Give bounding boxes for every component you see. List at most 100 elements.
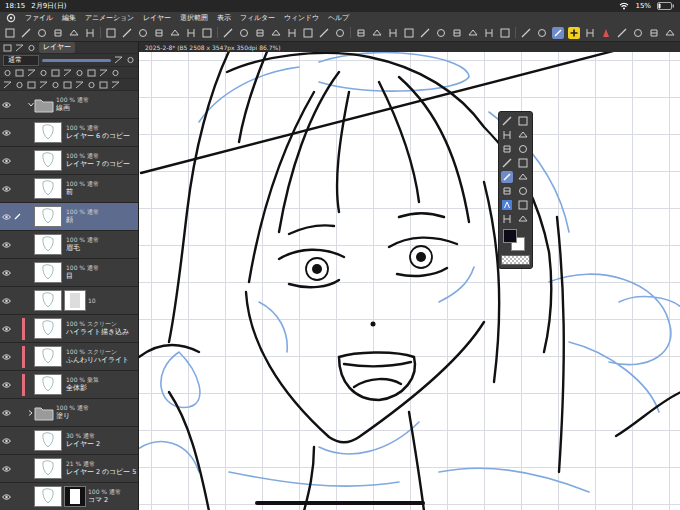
label[interactable]: 編集: [62, 13, 76, 23]
tool-icon[interactable]: [632, 27, 644, 39]
tool-icon[interactable]: [201, 27, 213, 39]
tool-icon[interactable]: [355, 27, 367, 39]
visibility-toggle[interactable]: [0, 102, 13, 108]
tool-icon[interactable]: [4, 27, 16, 39]
tool-icon[interactable]: [517, 213, 529, 225]
label[interactable]: ファイル: [25, 13, 53, 23]
panel-tool-icon[interactable]: [51, 81, 60, 89]
tool-icon[interactable]: [499, 27, 511, 39]
panel-tool-icon[interactable]: [15, 44, 24, 52]
layer-row[interactable]: 100 % 乗算全体影: [0, 371, 138, 399]
visibility-toggle[interactable]: [0, 214, 13, 220]
panel-tool-icon[interactable]: [114, 56, 123, 64]
tool-icon[interactable]: [501, 115, 513, 127]
visibility-toggle[interactable]: [0, 242, 13, 248]
tool-icon[interactable]: [517, 199, 529, 211]
tool-icon[interactable]: [520, 27, 532, 39]
visibility-toggle[interactable]: [0, 270, 13, 276]
tool-icon[interactable]: [36, 27, 48, 39]
blend-mode-dropdown[interactable]: 通常: [3, 55, 39, 66]
visibility-toggle[interactable]: [0, 158, 13, 164]
tool-icon[interactable]: [501, 157, 513, 169]
panel-tool-icon[interactable]: [63, 81, 72, 89]
app-logo-icon[interactable]: [6, 13, 16, 23]
tool-icon[interactable]: [501, 143, 513, 155]
tool-icon[interactable]: [435, 27, 447, 39]
tool-icon[interactable]: [137, 27, 149, 39]
tool-icon[interactable]: [185, 27, 197, 39]
opacity-slider[interactable]: [42, 59, 111, 62]
layer-row[interactable]: 100 % 通常塗り: [0, 399, 138, 427]
layer-row[interactable]: 30 % 通常レイヤー 2: [0, 427, 138, 455]
tool-icon[interactable]: [451, 27, 463, 39]
layer-row[interactable]: 10: [0, 287, 138, 315]
drawing-canvas[interactable]: [139, 52, 680, 510]
layer-row[interactable]: 100 % 通常レイヤー 6 のコピー: [0, 119, 138, 147]
tool-icon[interactable]: [648, 27, 660, 39]
eye-icon[interactable]: [2, 354, 11, 360]
folder-arrow[interactable]: [27, 102, 34, 108]
folder-arrow[interactable]: [27, 410, 34, 416]
layer-row[interactable]: 100 % 通常線画: [0, 91, 138, 119]
layer-row[interactable]: 100 % 通常コマ 2: [0, 483, 138, 510]
label[interactable]: 表示: [217, 13, 231, 23]
eye-icon[interactable]: [2, 270, 11, 276]
eye-icon[interactable]: [2, 298, 11, 304]
visibility-toggle[interactable]: [0, 410, 13, 416]
tool-icon[interactable]: [387, 27, 399, 39]
tool-icon[interactable]: [501, 213, 513, 225]
visibility-toggle[interactable]: [0, 298, 13, 304]
visibility-toggle[interactable]: [0, 438, 13, 444]
tool-icon[interactable]: [517, 115, 529, 127]
tool-icon[interactable]: [153, 27, 165, 39]
visibility-toggle[interactable]: [0, 354, 13, 360]
tool-icon[interactable]: [419, 27, 431, 39]
panel-tool-icon[interactable]: [75, 81, 84, 89]
tool-icon[interactable]: [403, 27, 415, 39]
panel-tool-icon[interactable]: [111, 81, 120, 89]
visibility-toggle[interactable]: [0, 466, 13, 472]
panel-tool-icon[interactable]: [39, 81, 48, 89]
tool-icon[interactable]: [254, 27, 266, 39]
eye-icon[interactable]: [2, 102, 11, 108]
eye-icon[interactable]: [2, 410, 11, 416]
eye-icon[interactable]: [2, 158, 11, 164]
tool-icon[interactable]: [238, 27, 250, 39]
tool-icon[interactable]: [517, 157, 529, 169]
tool-icon[interactable]: [616, 27, 628, 39]
layer-row[interactable]: 21 % 通常レイヤー 2 のコピー 5: [0, 455, 138, 483]
tool-icon[interactable]: [517, 171, 529, 183]
panel-tool-icon[interactable]: [87, 69, 96, 77]
tool-icon[interactable]: [68, 27, 80, 39]
tool-icon[interactable]: [584, 27, 596, 39]
label[interactable]: レイヤー: [143, 13, 171, 23]
layer-row[interactable]: 100 % スクリーンハイライト描き込み: [0, 315, 138, 343]
panel-tool-icon[interactable]: [39, 69, 48, 77]
label[interactable]: フィルター: [240, 13, 275, 23]
panel-tool-icon[interactable]: [87, 81, 96, 89]
tool-icon[interactable]: [270, 27, 282, 39]
layer-row[interactable]: 100 % 通常前: [0, 175, 138, 203]
tool-icon[interactable]: [501, 171, 513, 183]
panel-tool-icon[interactable]: [63, 69, 72, 77]
eye-icon[interactable]: [2, 186, 11, 192]
panel-tool-icon[interactable]: [75, 69, 84, 77]
label[interactable]: ヘルプ: [328, 13, 349, 23]
document-tab[interactable]: 2025-2-8* (B5 2508 x 3547px 350dpi 86.7%…: [139, 42, 680, 52]
visibility-toggle[interactable]: [0, 326, 13, 332]
panel-tool-icon[interactable]: [99, 69, 108, 77]
visibility-toggle[interactable]: [0, 382, 13, 388]
panel-tool-icon[interactable]: [126, 56, 135, 64]
tool-icon[interactable]: [552, 27, 564, 39]
tool-icon[interactable]: [286, 27, 298, 39]
chevron-icon[interactable]: [28, 102, 34, 108]
tool-icon[interactable]: [121, 27, 133, 39]
tool-icon[interactable]: [664, 27, 676, 39]
chevron-icon[interactable]: [28, 410, 34, 416]
tool-icon[interactable]: [501, 129, 513, 141]
layer-row[interactable]: 100 % 通常レイヤー 7 のコピー: [0, 147, 138, 175]
eye-icon[interactable]: [2, 326, 11, 332]
layer-row[interactable]: 100 % 通常目: [0, 259, 138, 287]
eye-icon[interactable]: [2, 494, 11, 500]
tool-icon[interactable]: [536, 27, 548, 39]
